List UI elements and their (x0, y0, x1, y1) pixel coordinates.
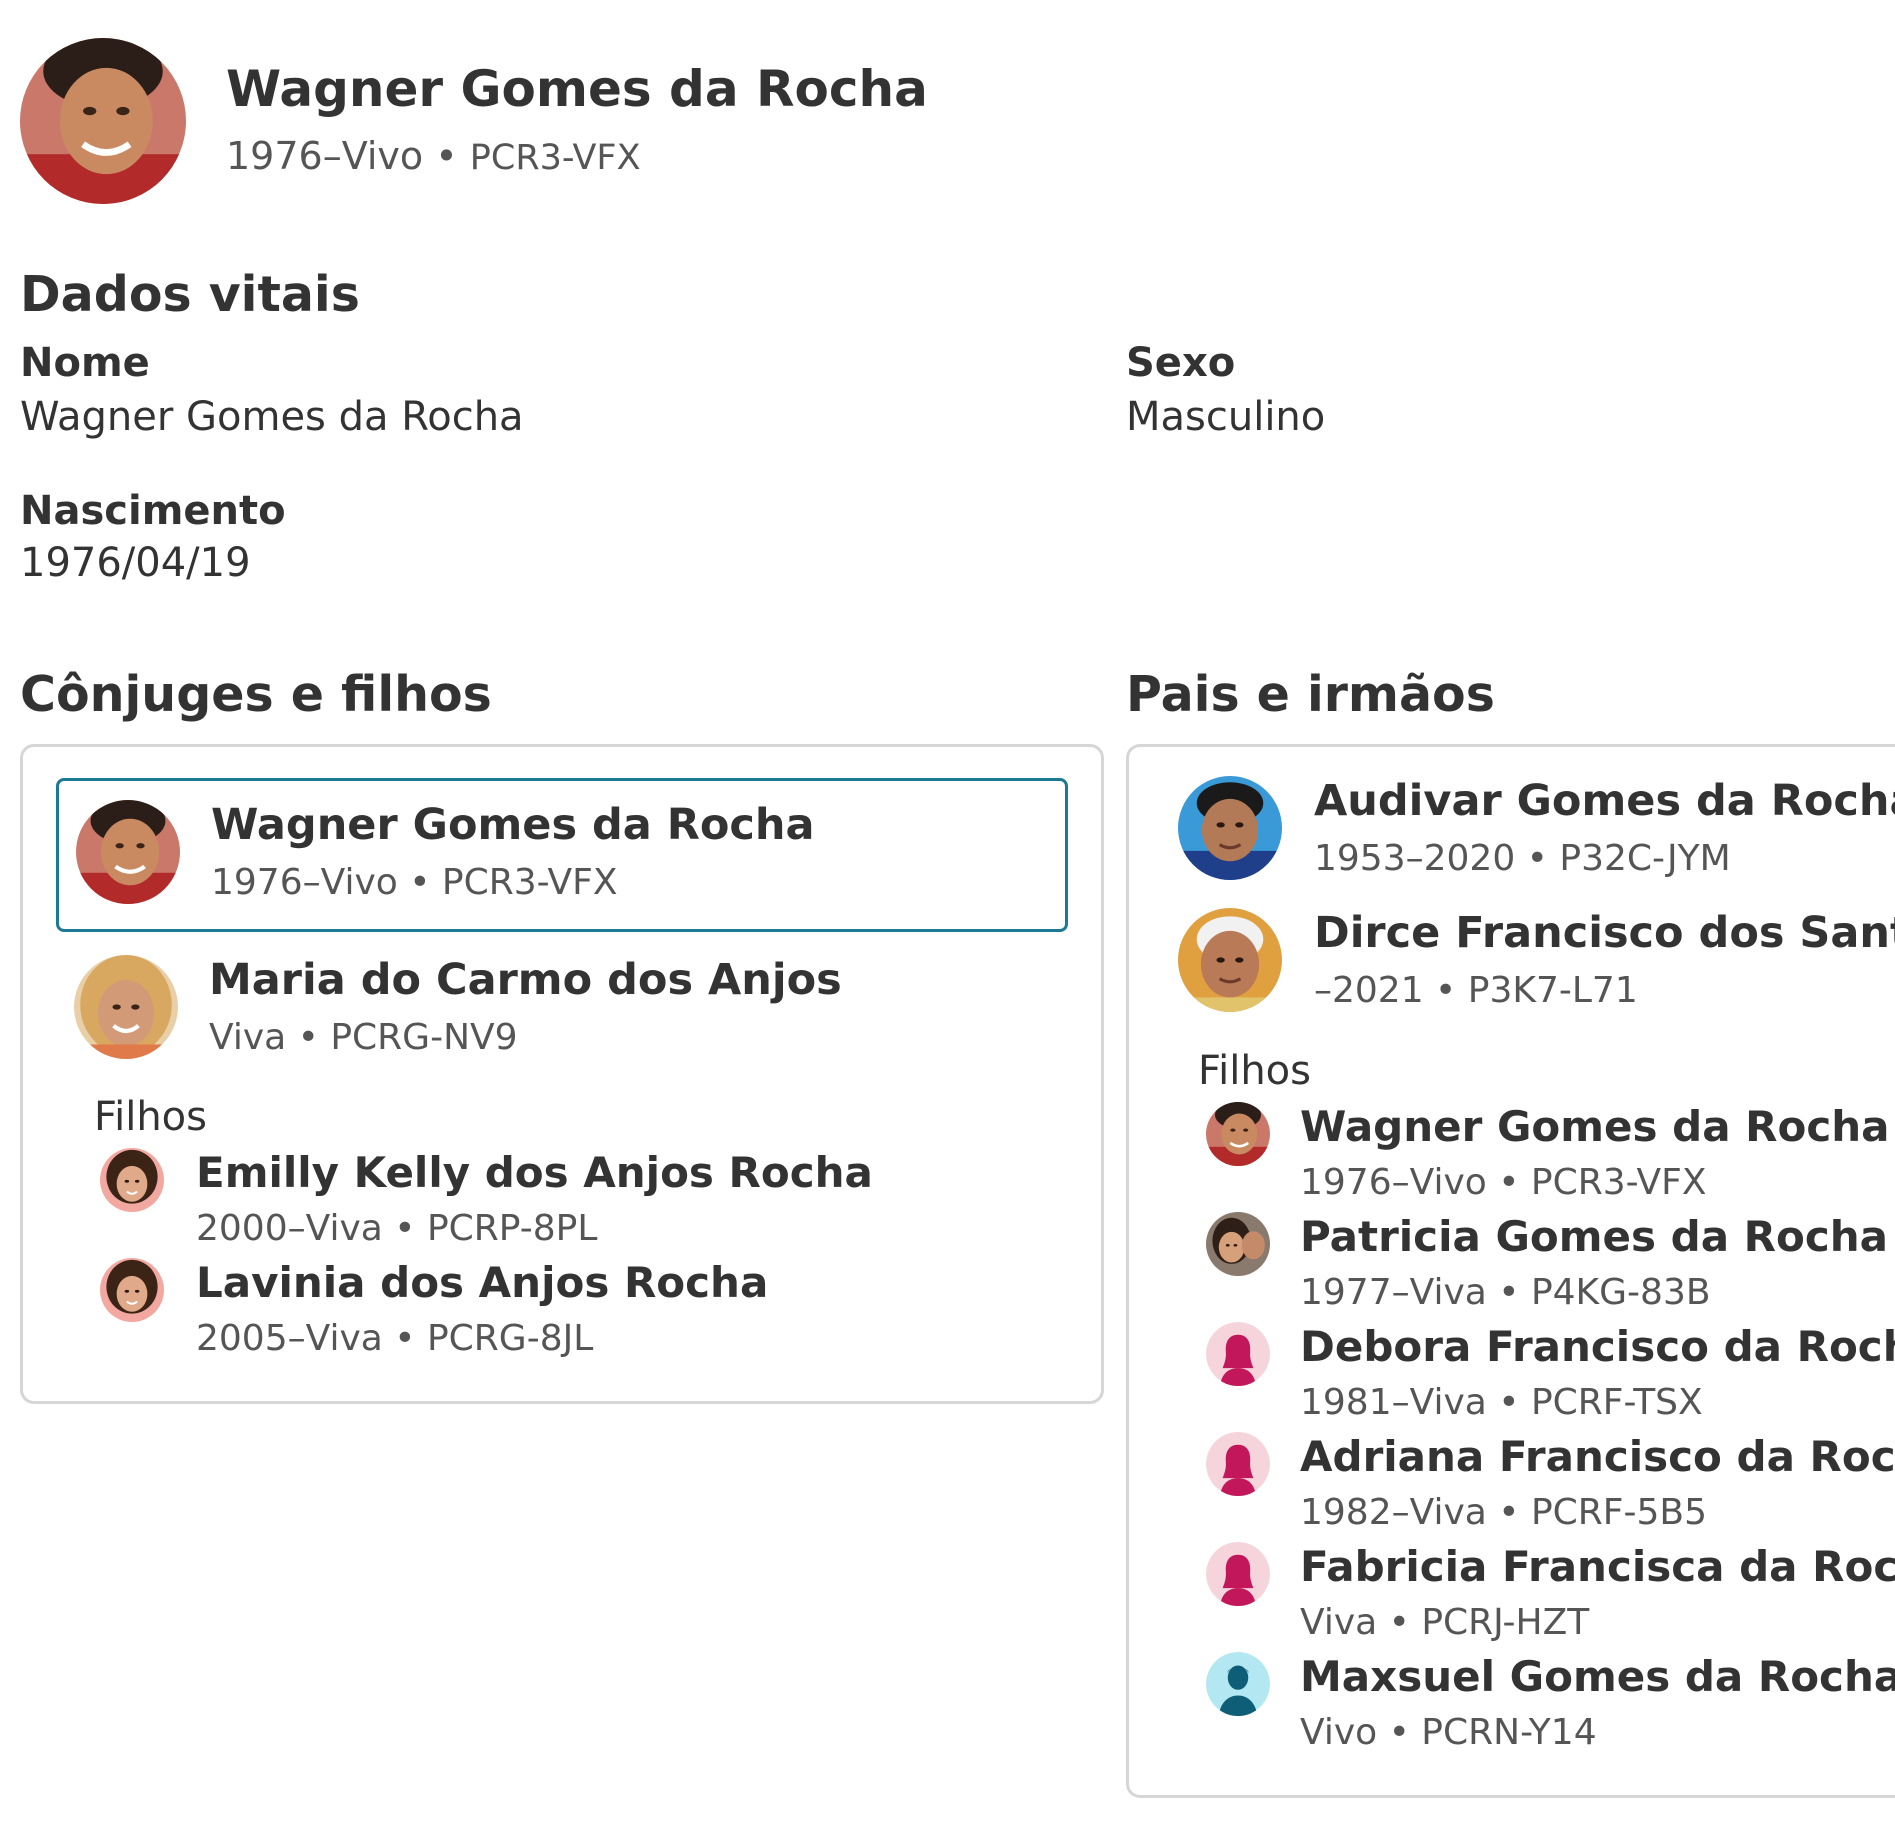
person-name[interactable]: Audivar Gomes da Rocha (1314, 776, 1895, 826)
person-avatar[interactable] (1178, 908, 1282, 1012)
person-meta: Viva • PCRG-NV9 (209, 1017, 518, 1058)
person-meta: Vivo • PCRN-Y14 (1300, 1712, 1597, 1753)
person-name[interactable]: Fabricia Francisca da Rocha (1300, 1542, 1895, 1591)
children-label: Filhos (94, 1094, 207, 1140)
person-name[interactable]: Adriana Francisco da Rocha (1300, 1432, 1895, 1481)
person-meta: 1953–2020 • P32C-JYM (1314, 838, 1731, 879)
person-avatar[interactable] (100, 1148, 164, 1212)
person-meta: 1976–Vivo • PCR3-VFX (1300, 1162, 1707, 1203)
name-value: Wagner Gomes da Rocha (20, 394, 524, 440)
person-name[interactable]: Emilly Kelly dos Anjos Rocha (196, 1148, 873, 1197)
person-avatar[interactable] (76, 800, 180, 904)
person-name[interactable]: Patricia Gomes da Rocha (1300, 1212, 1888, 1261)
person-meta: 1981–Viva • PCRF-TSX (1300, 1382, 1703, 1423)
birth-label: Nascimento (20, 488, 286, 534)
person-name[interactable]: Maria do Carmo dos Anjos (209, 955, 842, 1005)
female-placeholder-icon[interactable] (1206, 1542, 1270, 1606)
sex-value: Masculino (1126, 394, 1326, 440)
siblings-label: Filhos (1198, 1048, 1311, 1094)
person-name[interactable]: Lavinia dos Anjos Rocha (196, 1258, 768, 1307)
person-avatar[interactable] (74, 955, 178, 1059)
person-name[interactable]: Debora Francisco da Rocha (1300, 1322, 1895, 1371)
profile-avatar[interactable] (20, 38, 186, 204)
person-name[interactable]: Wagner Gomes da Rocha (211, 800, 815, 850)
profile-pid[interactable]: PCR3-VFX (470, 138, 641, 178)
person-avatar[interactable] (1178, 776, 1282, 880)
spouses-title: Cônjuges e filhos (20, 666, 492, 723)
person-avatar[interactable] (100, 1258, 164, 1322)
name-label: Nome (20, 340, 150, 386)
profile-name: Wagner Gomes da Rocha (226, 60, 928, 118)
person-meta: Viva • PCRJ-HZT (1300, 1602, 1590, 1643)
person-avatar[interactable] (1206, 1102, 1270, 1166)
profile-meta: 1976–Vivo • PCR3-VFX (226, 134, 641, 178)
person-meta: 2000–Viva • PCRP-8PL (196, 1208, 598, 1249)
meta-separator: • (435, 134, 458, 178)
person-meta: 1982–Viva • PCRF-5B5 (1300, 1492, 1708, 1533)
person-name[interactable]: Dirce Francisco dos Santos (1314, 908, 1895, 958)
person-meta: 1977–Viva • P4KG-83B (1300, 1272, 1711, 1313)
female-placeholder-icon[interactable] (1206, 1322, 1270, 1386)
female-placeholder-icon[interactable] (1206, 1432, 1270, 1496)
sex-label: Sexo (1126, 340, 1236, 386)
profile-lifespan: 1976–Vivo (226, 134, 424, 178)
vitals-title: Dados vitais (20, 266, 360, 323)
person-avatar[interactable] (1206, 1212, 1270, 1276)
birth-value: 1976/04/19 (20, 540, 251, 586)
person-name[interactable]: Maxsuel Gomes da Rocha (1300, 1652, 1895, 1701)
male-placeholder-icon[interactable] (1206, 1652, 1270, 1716)
person-name[interactable]: Wagner Gomes da Rocha (1300, 1102, 1890, 1151)
parents-title: Pais e irmãos (1126, 666, 1495, 723)
person-meta: –2021 • P3K7-L71 (1314, 970, 1638, 1011)
person-meta: 2005–Viva • PCRG-8JL (196, 1318, 594, 1359)
person-meta: 1976–Vivo • PCR3-VFX (211, 862, 618, 903)
